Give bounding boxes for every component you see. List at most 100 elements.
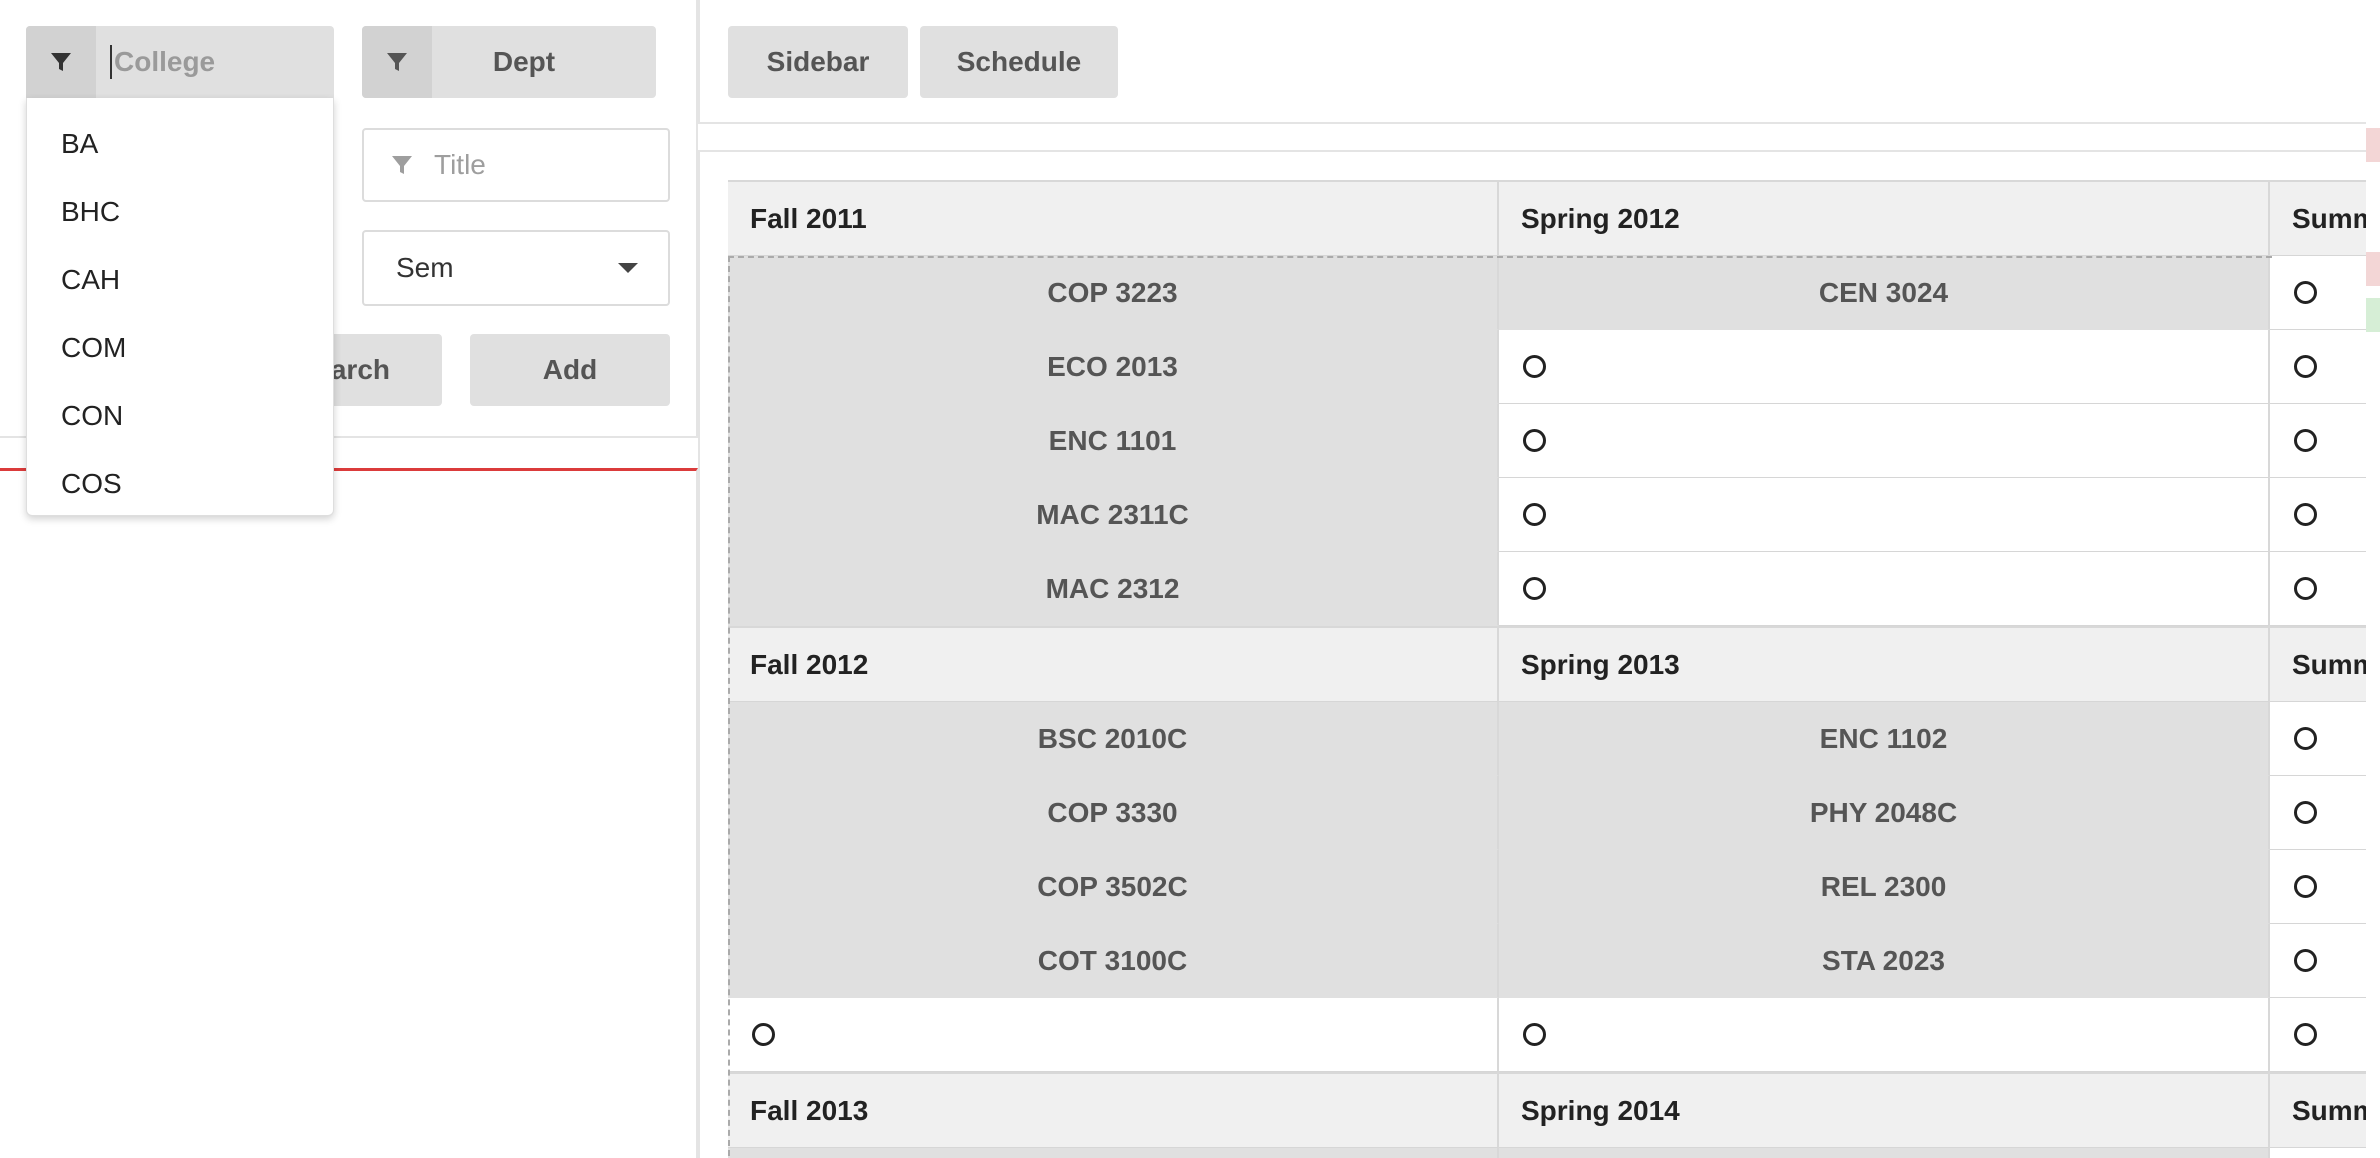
table-row: BSC 2010C ENC 1102: [728, 702, 2380, 776]
course-cell: [1499, 1148, 2270, 1158]
empty-slot-ring-icon: [2294, 875, 2317, 898]
empty-slot[interactable]: [2270, 924, 2380, 998]
title-placeholder: Title: [434, 149, 486, 180]
semester-header-row: Fall 2013 Spring 2014 Summ: [728, 1072, 2380, 1148]
results-panel: [0, 468, 698, 1158]
add-button-label: Add: [542, 354, 598, 385]
course-cell[interactable]: STA 2023: [1499, 924, 2270, 998]
empty-slot[interactable]: [1499, 552, 2270, 626]
course-cell[interactable]: REL 2300: [1499, 850, 2270, 924]
semester-header: Spring 2012: [1499, 180, 2270, 256]
empty-slot[interactable]: [1499, 478, 2270, 552]
empty-slot[interactable]: [2270, 552, 2380, 626]
semester-header: Summ: [2270, 626, 2380, 702]
college-option-ba[interactable]: BA: [27, 110, 333, 178]
title-filter-input[interactable]: Title: [362, 128, 670, 202]
empty-slot-ring-icon: [1523, 429, 1546, 452]
college-option-con[interactable]: CON: [27, 382, 333, 450]
edge-marker-red: [2366, 252, 2380, 286]
semester-header: Summ: [2270, 180, 2380, 256]
empty-slot-ring-icon: [1523, 577, 1546, 600]
semester-header: Summ: [2270, 1072, 2380, 1148]
course-cell[interactable]: COP 3330: [728, 776, 1499, 850]
schedule-table: Fall 2011 Spring 2012 Summ COP 3223 CEN …: [728, 180, 2380, 1158]
course-cell[interactable]: COT 3100C: [728, 924, 1499, 998]
semester-header: Fall 2012: [728, 626, 1499, 702]
sem-label: Sem: [396, 252, 454, 283]
drop-zone-outline: [728, 256, 2272, 258]
empty-slot-ring-icon: [2294, 727, 2317, 750]
college-input[interactable]: College: [96, 26, 334, 98]
college-placeholder: College: [114, 46, 216, 77]
dept-filter[interactable]: Dept: [362, 26, 656, 98]
course-cell[interactable]: ENC 1102: [1499, 702, 2270, 776]
filter-icon: [392, 156, 412, 174]
sidebar-button[interactable]: Sidebar: [728, 26, 908, 98]
empty-slot[interactable]: [2270, 702, 2380, 776]
semester-header-row: Fall 2011 Spring 2012 Summ: [728, 180, 2380, 256]
table-row: ENC 1101: [728, 404, 2380, 478]
college-filter[interactable]: College: [26, 26, 334, 98]
course-cell[interactable]: BSC 2010C: [728, 702, 1499, 776]
college-option-cos[interactable]: COS: [27, 450, 333, 518]
empty-slot[interactable]: [728, 998, 1499, 1072]
add-button[interactable]: Add: [470, 334, 670, 406]
empty-slot[interactable]: [1499, 998, 2270, 1072]
empty-slot-ring-icon: [2294, 1023, 2317, 1046]
filter-icon: [362, 26, 432, 98]
empty-slot-ring-icon: [2294, 577, 2317, 600]
text-cursor: [110, 45, 112, 79]
empty-slot-ring-icon: [1523, 503, 1546, 526]
table-row: COP 3330 PHY 2048C: [728, 776, 2380, 850]
course-cell: [728, 1148, 1499, 1158]
college-option-bhc[interactable]: BHC: [27, 178, 333, 246]
empty-slot[interactable]: [1499, 330, 2270, 404]
empty-slot: [2270, 1148, 2380, 1158]
course-cell[interactable]: COP 3502C: [728, 850, 1499, 924]
table-row: COP 3502C REL 2300: [728, 850, 2380, 924]
empty-slot-ring-icon: [2294, 801, 2317, 824]
window-edge: [2366, 0, 2380, 1158]
search-button-label: arch: [330, 354, 390, 385]
course-cell[interactable]: ECO 2013: [728, 330, 1499, 404]
empty-slot-ring-icon: [2294, 281, 2317, 304]
sidebar-button-label: Sidebar: [766, 46, 870, 77]
edge-marker-red: [2366, 128, 2380, 162]
filter-icon: [26, 26, 96, 98]
table-row: [728, 998, 2380, 1072]
semester-select[interactable]: Sem: [362, 230, 670, 306]
table-row: COT 3100C STA 2023: [728, 924, 2380, 998]
semester-header-row: Fall 2012 Spring 2013 Summ: [728, 626, 2380, 702]
college-option-com[interactable]: COM: [27, 314, 333, 382]
empty-slot[interactable]: [1499, 404, 2270, 478]
empty-slot-ring-icon: [2294, 429, 2317, 452]
college-dropdown-menu: BA BHC CAH COM CON COS: [26, 98, 334, 516]
empty-slot[interactable]: [2270, 330, 2380, 404]
semester-header: Spring 2014: [1499, 1072, 2270, 1148]
semester-header: Spring 2013: [1499, 626, 2270, 702]
table-row: COP 3223 CEN 3024: [728, 256, 2380, 330]
college-option-cah[interactable]: CAH: [27, 246, 333, 314]
empty-slot-ring-icon: [2294, 355, 2317, 378]
empty-slot[interactable]: [2270, 998, 2380, 1072]
edge-marker-green: [2366, 298, 2380, 332]
semester-header: Fall 2013: [728, 1072, 1499, 1148]
course-cell[interactable]: ENC 1101: [728, 404, 1499, 478]
course-cell[interactable]: MAC 2311C: [728, 478, 1499, 552]
empty-slot[interactable]: [2270, 256, 2380, 330]
course-cell[interactable]: PHY 2048C: [1499, 776, 2270, 850]
empty-slot[interactable]: [2270, 776, 2380, 850]
table-row: MAC 2311C: [728, 478, 2380, 552]
empty-slot-ring-icon: [2294, 503, 2317, 526]
empty-slot[interactable]: [2270, 478, 2380, 552]
course-cell[interactable]: COP 3223: [728, 256, 1499, 330]
empty-slot[interactable]: [2270, 850, 2380, 924]
course-cell[interactable]: CEN 3024: [1499, 256, 2270, 330]
course-cell[interactable]: MAC 2312: [728, 552, 1499, 626]
table-row: [728, 1148, 2380, 1158]
empty-slot[interactable]: [2270, 404, 2380, 478]
schedule-button-label: Schedule: [956, 46, 1082, 77]
empty-slot-ring-icon: [2294, 949, 2317, 972]
caret-down-icon: [618, 263, 638, 273]
schedule-button[interactable]: Schedule: [920, 26, 1118, 98]
